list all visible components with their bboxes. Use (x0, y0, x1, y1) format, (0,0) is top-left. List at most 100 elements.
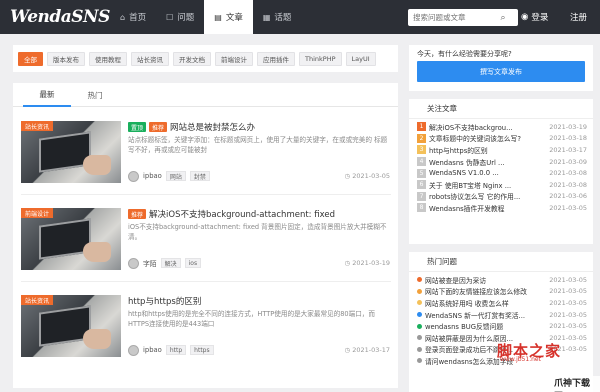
article-tag[interactable]: https (190, 345, 214, 355)
recommended-articles-panel: 关注文章 1 解决iOS不支持backgrou... 2021-03-19 2 … (409, 99, 593, 244)
list-item[interactable]: 网站被查是因为采访 2021-03-05 (417, 274, 587, 286)
site-logo[interactable]: WendaSNS (10, 7, 110, 27)
bullet-dot (417, 288, 422, 294)
list-item-date: 2021-03-08 (549, 169, 587, 178)
author-name[interactable]: 字陌 (143, 258, 157, 268)
article-title[interactable]: 解决iOS不支持background-attachment: fixed (149, 208, 335, 220)
article-thumbnail[interactable]: 站长资讯 (21, 295, 121, 357)
list-item[interactable]: 5 WendaSNS V1.0.0 ... 2021-03-08 (417, 167, 587, 179)
tab-latest[interactable]: 最新 (23, 83, 71, 107)
tab-hot[interactable]: 热门 (71, 83, 119, 107)
list-item-date: 2021-03-06 (549, 192, 587, 201)
nav-questions[interactable]: ☐ 问题 (156, 0, 204, 34)
category-corner-tag: 前端设计 (21, 208, 54, 218)
sort-tabs: 最新 热门 (13, 83, 398, 107)
divider (21, 194, 391, 195)
category-devdocs[interactable]: 开发文档 (173, 51, 211, 66)
article-tag[interactable]: 网站 (165, 171, 186, 181)
article-thumbnail[interactable]: 前端设计 (21, 208, 121, 270)
list-item[interactable]: 2 文章标题中的关键词该怎么写? 2021-03-18 (417, 133, 587, 145)
watermark-corner: 爪神下载网 (552, 376, 600, 392)
avatar[interactable] (128, 257, 139, 269)
article-title-row: 推荐 解决iOS不支持background-attachment: fixed (128, 208, 335, 220)
recommend-badge: 推荐 (149, 122, 168, 132)
category-plugins[interactable]: 应用插件 (257, 51, 295, 66)
list-item[interactable]: wendasns BUG反馈问题 2021-03-05 (417, 320, 587, 332)
list-item-title[interactable]: 解决iOS不支持backgrou... (429, 122, 546, 132)
list-item[interactable]: 7 robots协议怎么写 它的作用... 2021-03-06 (417, 191, 587, 203)
register-button[interactable]: 注册 (570, 11, 587, 23)
list-item[interactable]: 网站下面的友情链接应该怎么修改 2021-03-05 (417, 286, 587, 298)
list-item-title[interactable]: 文章标题中的关键词该怎么写? (429, 133, 546, 143)
author-name[interactable]: ipbao (143, 172, 162, 180)
bullet-dot (417, 312, 422, 318)
list-item-title[interactable]: WendaSNS 新一代打赏有奖活... (425, 310, 546, 320)
top-navbar: WendaSNS ⌂ 首页 ☐ 问题 ▤ 文章 ▦ 话题 ⌕ ◉ 登录 注册 (0, 0, 600, 34)
list-item-title[interactable]: 网站被查是因为采访 (425, 275, 546, 285)
article-item[interactable]: 站长资讯 置顶 推荐 网站总是被封禁怎么办 站点标题标签，关键字添加：在标题或网… (21, 121, 391, 197)
list-item-title[interactable]: Wendasns插件开发教程 (429, 203, 546, 213)
article-excerpt: 站点标题标签，关键字添加：在标题或网页上，使用了大量的关键字，在或或完美的 标题… (128, 136, 388, 154)
login-button[interactable]: ◉ 登录 (521, 11, 548, 23)
write-article-box: 今天，有什么经验需要分享呢? 撰写文章发布 (409, 45, 593, 91)
article-title-row: http与https的区别 (128, 295, 201, 307)
category-webmaster[interactable]: 站长资讯 (131, 51, 169, 66)
list-item[interactable]: 8 Wendasns插件开发教程 2021-03-05 (417, 202, 587, 214)
list-item-date: 2021-03-09 (549, 157, 587, 166)
category-tutorial[interactable]: 使用教程 (89, 51, 127, 66)
list-item-title[interactable]: http与https的区别 (429, 145, 546, 155)
nav-articles[interactable]: ▤ 文章 (204, 0, 253, 34)
list-item-title[interactable]: Wendasns 伪静态Url ... (429, 157, 546, 167)
article-tag[interactable]: ios (184, 258, 202, 268)
article-tag[interactable]: http (165, 345, 187, 355)
list-item-date: 2021-03-05 (549, 275, 587, 284)
rank-number: 3 (417, 145, 426, 155)
recommended-list: 1 解决iOS不支持backgrou... 2021-03-19 2 文章标题中… (417, 121, 587, 214)
category-thinkphp[interactable]: ThinkPHP (299, 51, 342, 66)
list-item[interactable]: 6 关于 使用BT宝塔 Nginx ... 2021-03-08 (417, 179, 587, 191)
author-name[interactable]: ipbao (143, 346, 162, 354)
list-item-title[interactable]: wendasns BUG反馈问题 (425, 321, 546, 331)
list-item-title[interactable]: robots协议怎么写 它的作用... (429, 191, 546, 201)
list-item[interactable]: 网站系统好用吗 收费怎么样 2021-03-05 (417, 297, 587, 309)
list-item-date: 2021-03-05 (549, 203, 587, 212)
list-item[interactable]: 1 解决iOS不支持backgrou... 2021-03-19 (417, 121, 587, 133)
rank-number: 1 (417, 122, 426, 132)
article-item[interactable]: 站长资讯 http与https的区别 http和https使用的是完全不同的连接… (21, 295, 391, 371)
list-item[interactable]: WendaSNS 新一代打赏有奖活... 2021-03-05 (417, 309, 587, 321)
article-title[interactable]: http与https的区别 (128, 295, 201, 307)
list-item-title[interactable]: WendaSNS V1.0.0 ... (429, 169, 546, 177)
nav-topics[interactable]: ▦ 话题 (253, 0, 302, 34)
article-item[interactable]: 前端设计 推荐 解决iOS不支持background-attachment: f… (21, 208, 391, 284)
category-corner-tag: 站长资讯 (21, 121, 54, 131)
rank-number: 6 (417, 180, 426, 190)
clock-icon: ◷ (344, 346, 351, 354)
search-icon[interactable]: ⌕ (496, 13, 510, 23)
article-tag[interactable]: 封禁 (189, 171, 210, 181)
avatar[interactable] (128, 170, 139, 182)
category-release[interactable]: 版本发布 (47, 51, 85, 66)
article-title[interactable]: 网站总是被封禁怎么办 (170, 121, 255, 133)
category-all[interactable]: 全部 (18, 51, 43, 66)
article-icon: ▤ (214, 12, 222, 22)
list-item-date: 2021-03-19 (549, 122, 587, 131)
clock-icon: ◷ (344, 259, 351, 267)
question-icon: ☐ (166, 12, 174, 22)
list-item-title[interactable]: 网站系统好用吗 收费怎么样 (425, 298, 546, 308)
list-item-title[interactable]: 关于 使用BT宝塔 Nginx ... (429, 180, 546, 190)
search-input[interactable] (408, 10, 496, 25)
article-excerpt: http和https使用的是完全不同的连接方式，HTTP使用的是大家最常见的80… (128, 310, 375, 328)
article-thumbnail[interactable]: 站长资讯 (21, 121, 121, 183)
article-tag[interactable]: 解决 (160, 258, 181, 268)
avatar[interactable] (128, 344, 139, 356)
bullet-dot (417, 346, 422, 352)
category-layui[interactable]: LayUI (345, 51, 376, 66)
nav-home[interactable]: ⌂ 首页 (110, 0, 156, 34)
search-box: ⌕ (408, 9, 518, 26)
bullet-dot (417, 358, 422, 364)
list-item[interactable]: 4 Wendasns 伪静态Url ... 2021-03-09 (417, 156, 587, 168)
list-item[interactable]: 3 http与https的区别 2021-03-17 (417, 144, 587, 156)
write-article-button[interactable]: 撰写文章发布 (417, 61, 585, 82)
category-frontend[interactable]: 前端设计 (215, 51, 253, 66)
list-item-title[interactable]: 网站下面的友情链接应该怎么修改 (425, 286, 546, 296)
